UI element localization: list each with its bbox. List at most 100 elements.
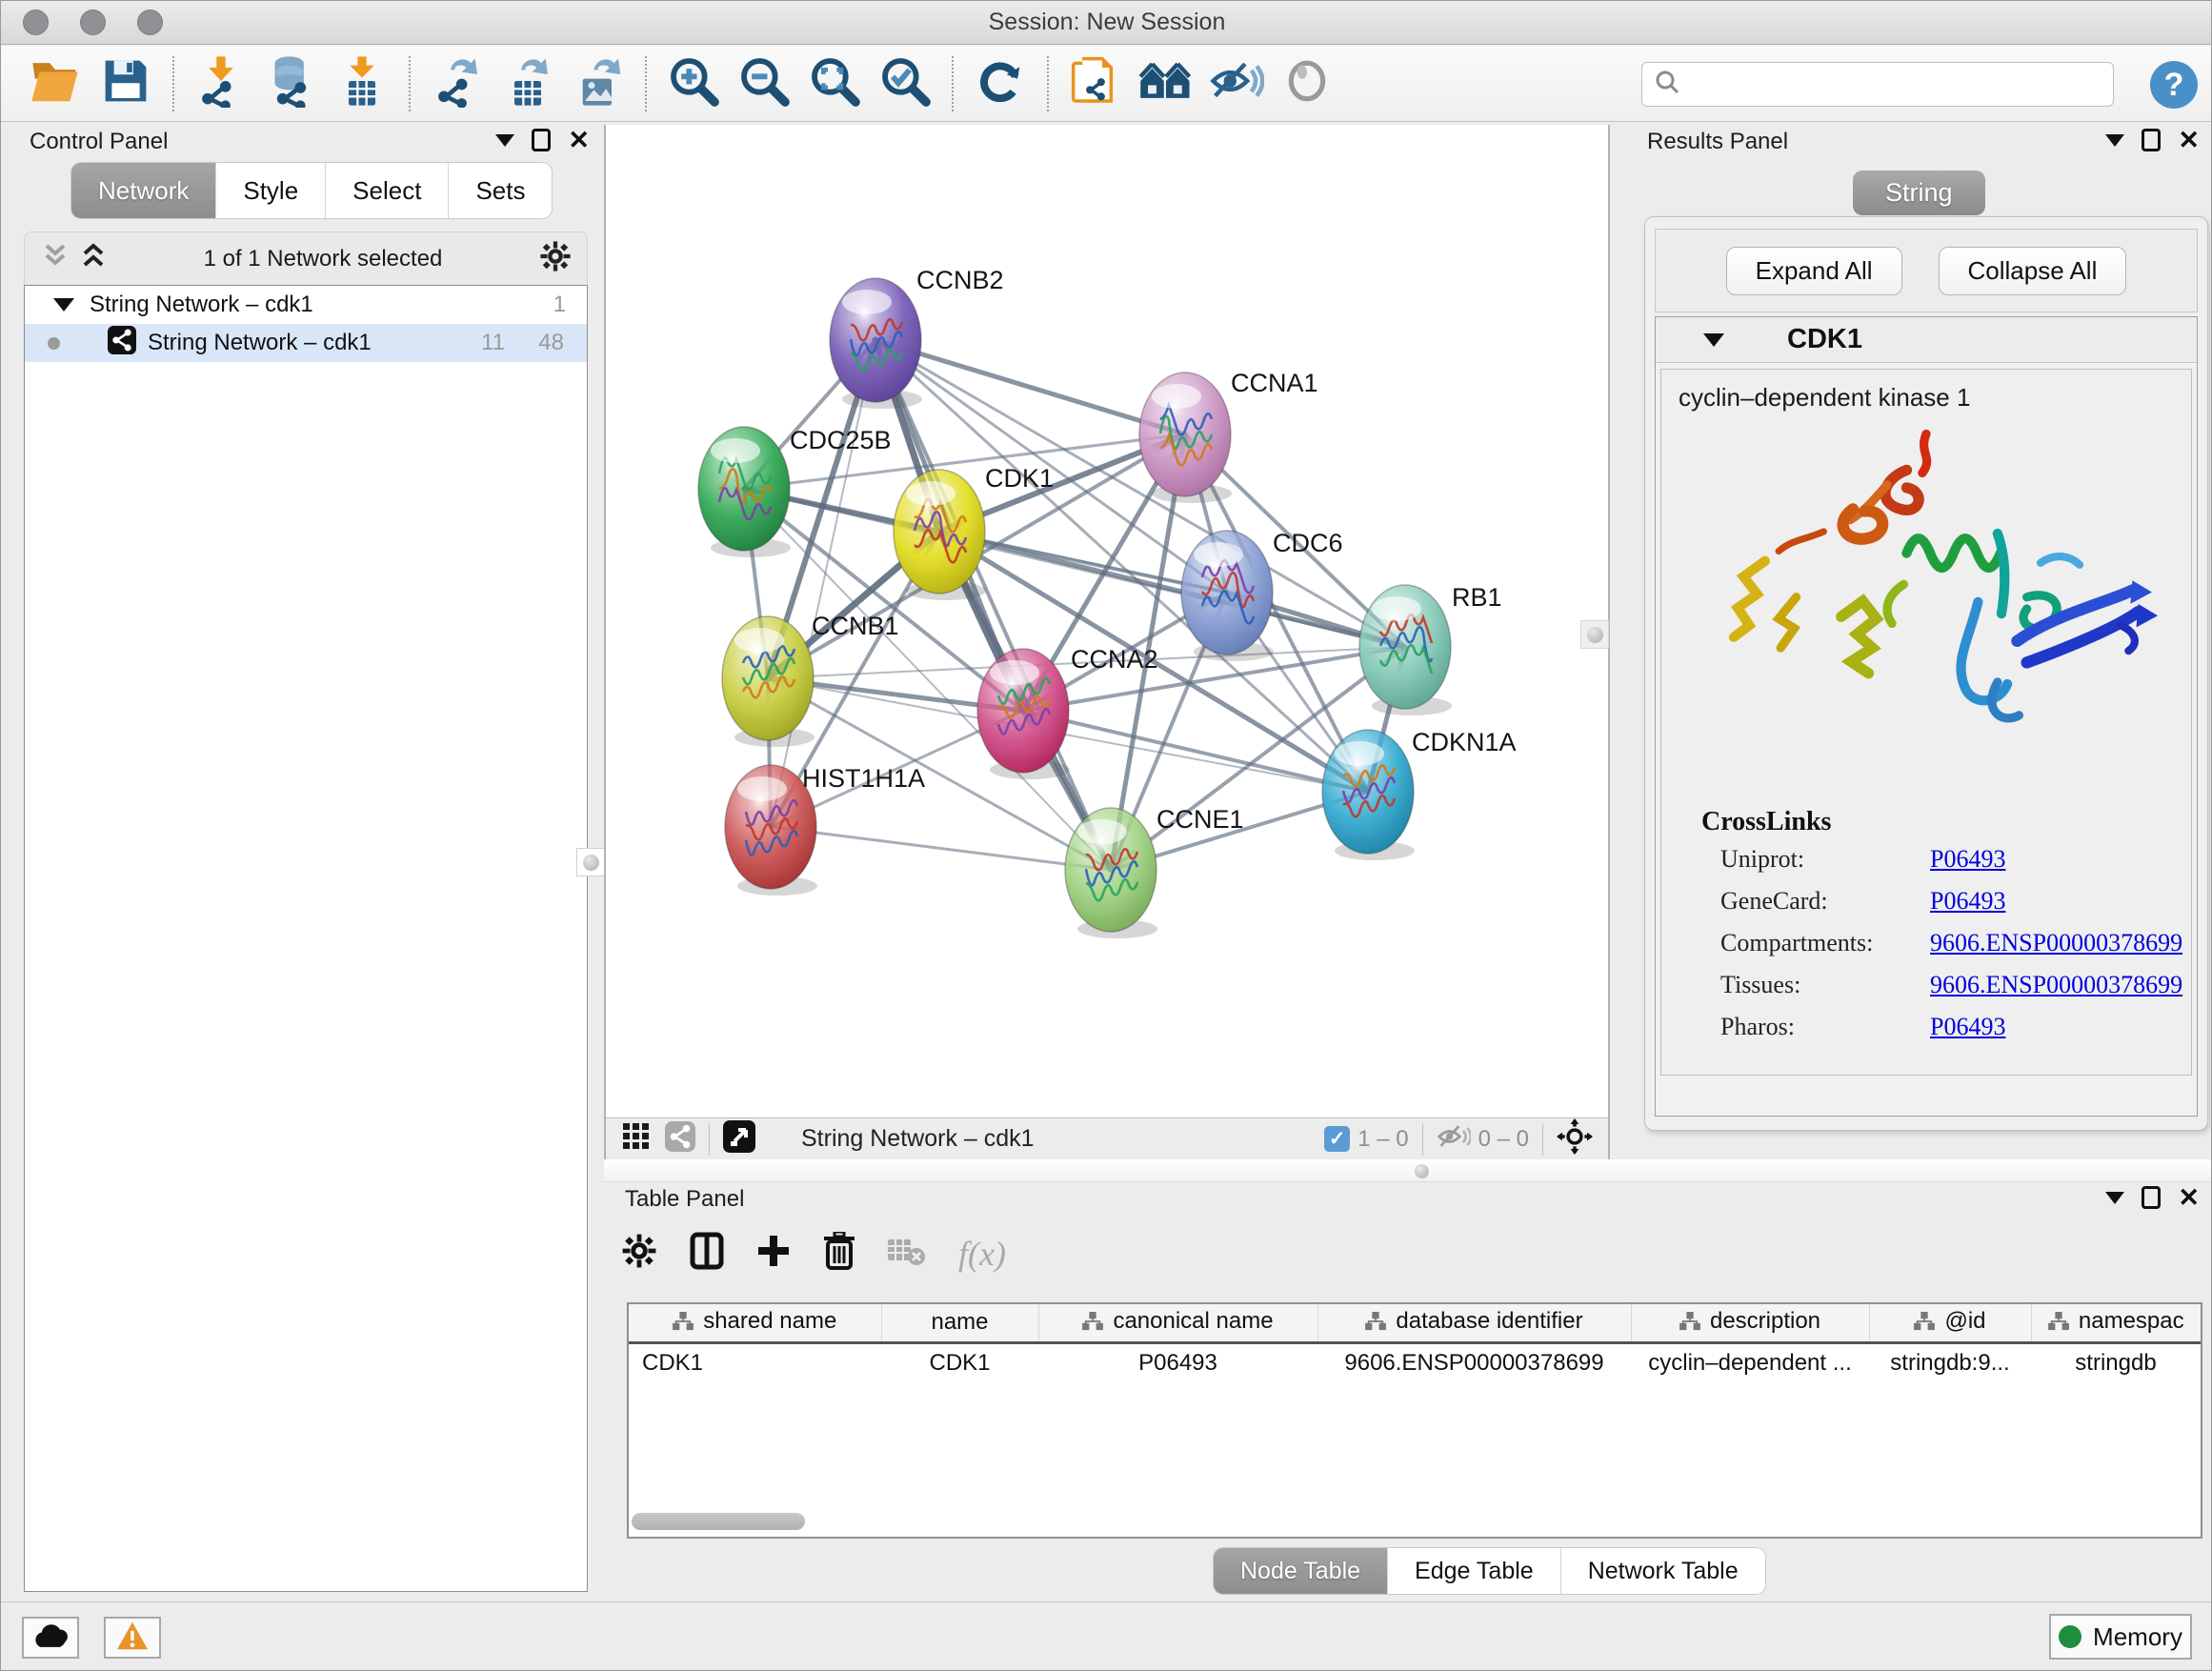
horizontal-splitter[interactable]	[604, 1159, 2212, 1182]
crosslink-link-tissues[interactable]: 9606.ENSP00000378699	[1930, 971, 2191, 999]
open-session-button[interactable]	[20, 52, 90, 115]
zoom-out-button[interactable]	[729, 52, 799, 115]
collapse-all-networks-icon[interactable]	[42, 242, 69, 275]
cell-name[interactable]: CDK1	[881, 1342, 1038, 1382]
right-splitter-handle[interactable]	[1580, 620, 1609, 649]
birdseye-toggle-icon[interactable]	[723, 1120, 755, 1158]
search-input[interactable]	[1680, 71, 2090, 98]
crosslink-link-uniprot[interactable]: P06493	[1930, 845, 2191, 874]
panel-menu-icon[interactable]	[2105, 134, 2124, 147]
column-header-namespace[interactable]: namespac	[2031, 1304, 2201, 1342]
network-node[interactable]: CCNA1	[1139, 369, 1318, 503]
network-canvas[interactable]: CCNB2CCNA1CDC25BCDK1CDC6RB1CCNB1CCNA2CDK…	[606, 125, 1608, 1117]
refresh-button[interactable]	[965, 52, 1036, 115]
results-tab-string[interactable]: String	[1853, 171, 1985, 215]
section-collapse-icon[interactable]	[1703, 333, 1724, 347]
network-node[interactable]: RB1	[1359, 583, 1502, 715]
collapse-all-button[interactable]: Collapse All	[1939, 247, 2127, 295]
panel-menu-icon[interactable]	[495, 134, 514, 147]
network-view[interactable]: CCNB2CCNA1CDC25BCDK1CDC6RB1CCNB1CCNA2CDK…	[604, 125, 1610, 1159]
gray-eye-icon	[1283, 57, 1331, 110]
toolbar-separator	[409, 56, 411, 111]
warning-button[interactable]	[104, 1617, 161, 1659]
network-node[interactable]: CDC25B	[698, 426, 892, 557]
zoom-selected-button[interactable]	[870, 52, 940, 115]
panel-float-icon[interactable]	[2142, 129, 2161, 151]
crosslink-link-compartments[interactable]: 9606.ENSP00000378699	[1930, 929, 2191, 957]
network-node[interactable]: HIST1H1A	[725, 764, 925, 896]
crosslink-link-pharos[interactable]: P06493	[1930, 1013, 2191, 1041]
toolbar-search[interactable]	[1641, 62, 2114, 107]
export-image-button[interactable]	[563, 52, 633, 115]
import-network-button[interactable]	[186, 52, 256, 115]
column-header-id[interactable]: @id	[1869, 1304, 2031, 1342]
network-tree: String Network – cdk1 1 String Network –…	[24, 285, 588, 1592]
panel-float-icon[interactable]	[2142, 1186, 2161, 1209]
collection-expand-icon[interactable]	[53, 298, 74, 312]
column-header-shared-name[interactable]: shared name	[629, 1304, 881, 1342]
horizontal-scrollbar-thumb[interactable]	[632, 1513, 805, 1530]
tab-style[interactable]: Style	[216, 163, 326, 218]
panel-close-icon[interactable]: ✕	[2178, 1186, 2200, 1209]
column-header-name[interactable]: name	[881, 1304, 1038, 1342]
expand-all-networks-icon[interactable]	[80, 242, 107, 275]
tab-network[interactable]: Network	[71, 163, 216, 218]
network-snapshot-button[interactable]	[1060, 52, 1131, 115]
tab-edge-table[interactable]: Edge Table	[1388, 1548, 1561, 1594]
network-node[interactable]: CCNE1	[1065, 805, 1244, 938]
zoom-fit-button[interactable]	[799, 52, 870, 115]
tab-network-table[interactable]: Network Table	[1561, 1548, 1765, 1594]
gene-section-header[interactable]: CDK1	[1656, 317, 2197, 363]
selected-checkbox-icon[interactable]: ✓	[1324, 1126, 1350, 1152]
import-table-button[interactable]	[327, 52, 397, 115]
help-button[interactable]: ?	[2148, 59, 2200, 111]
gear-icon[interactable]	[539, 240, 572, 277]
cell-id[interactable]: stringdb:9...	[1869, 1342, 2031, 1382]
column-header-description[interactable]: description	[1631, 1304, 1869, 1342]
horizontal-splitter-handle[interactable]	[1409, 1162, 1434, 1179]
export-network-button[interactable]	[422, 52, 493, 115]
add-column-plus-icon[interactable]	[756, 1234, 791, 1273]
crosslink-link-genecard[interactable]: P06493	[1930, 887, 2191, 916]
network-node[interactable]: CCNB1	[722, 612, 899, 747]
cell-namespace[interactable]: stringdb	[2031, 1342, 2201, 1382]
panel-float-icon[interactable]	[532, 129, 551, 151]
share-view-icon[interactable]	[665, 1121, 695, 1157]
cell-canonical-name[interactable]: P06493	[1038, 1342, 1317, 1382]
column-header-database-identifier[interactable]: database identifier	[1317, 1304, 1631, 1342]
show-columns-icon[interactable]	[690, 1232, 724, 1275]
network-collection-row[interactable]: String Network – cdk1 1	[25, 286, 587, 324]
tab-sets[interactable]: Sets	[449, 163, 552, 218]
table-settings-gear-icon[interactable]	[621, 1233, 657, 1274]
network-row[interactable]: String Network – cdk1 11 48	[25, 324, 587, 362]
table-row[interactable]: CDK1 CDK1 P06493 9606.ENSP00000378699 cy…	[629, 1342, 2201, 1382]
panel-close-icon[interactable]: ✕	[568, 129, 590, 151]
cell-shared-name[interactable]: CDK1	[629, 1342, 881, 1382]
import-network-from-database-button[interactable]	[256, 52, 327, 115]
network-node[interactable]: CDK1	[894, 464, 1054, 600]
delete-column-trash-icon[interactable]	[823, 1232, 855, 1275]
save-session-button[interactable]	[90, 52, 161, 115]
cell-description[interactable]: cyclin–dependent ...	[1631, 1342, 1869, 1382]
network-node[interactable]: CDKN1A	[1322, 728, 1517, 860]
home-button[interactable]	[1131, 52, 1201, 115]
tab-select[interactable]: Select	[326, 163, 449, 218]
hidden-eye-slash-icon[interactable]	[1437, 1122, 1471, 1156]
network-node[interactable]: CCNB2	[830, 266, 1004, 409]
hide-selected-button[interactable]	[1201, 52, 1272, 115]
expand-all-button[interactable]: Expand All	[1726, 247, 1902, 295]
cell-database-identifier[interactable]: 9606.ENSP00000378699	[1317, 1342, 1631, 1382]
memory-button[interactable]: Memory	[2049, 1614, 2192, 1660]
panel-menu-icon[interactable]	[2105, 1192, 2124, 1204]
inspect-eye-button[interactable]	[1272, 52, 1342, 115]
fit-content-crosshair-icon[interactable]	[1557, 1118, 1593, 1159]
column-header-canonical-name[interactable]: canonical name	[1038, 1304, 1317, 1342]
grid-view-icon[interactable]	[621, 1121, 652, 1157]
panel-close-icon[interactable]: ✕	[2178, 129, 2200, 151]
cloud-button[interactable]	[22, 1617, 79, 1659]
tab-node-table[interactable]: Node Table	[1214, 1548, 1388, 1594]
zoom-in-button[interactable]	[658, 52, 729, 115]
table-toolbar: f(x)	[621, 1232, 1006, 1275]
left-splitter-handle[interactable]	[576, 848, 605, 876]
export-table-button[interactable]	[493, 52, 563, 115]
